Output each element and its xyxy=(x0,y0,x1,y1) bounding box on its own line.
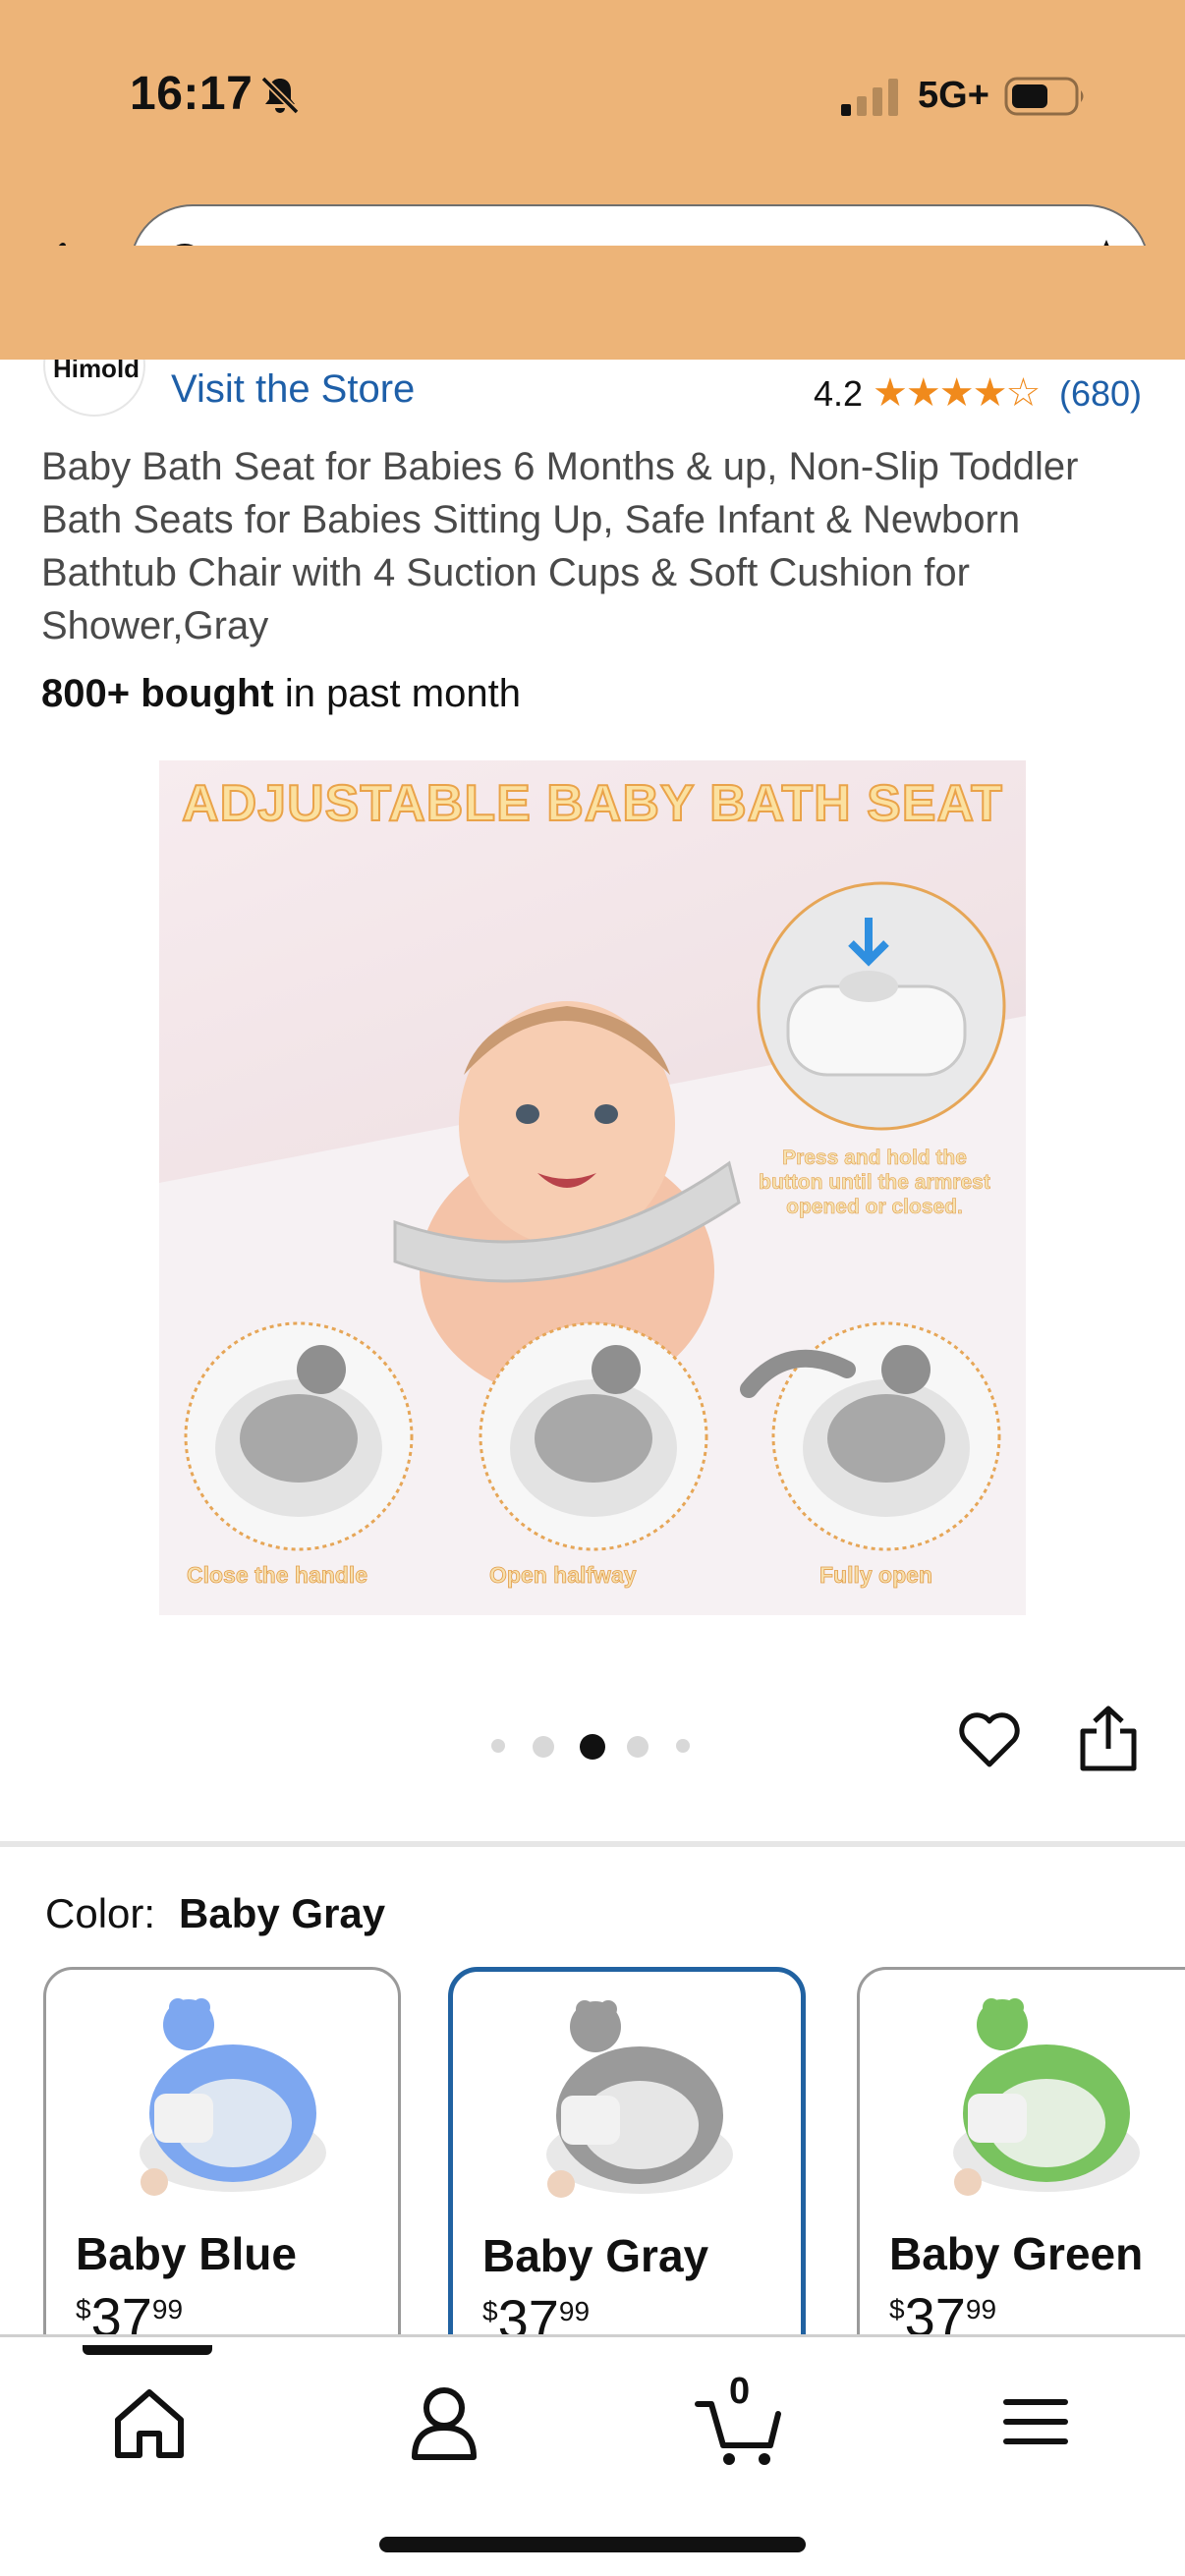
bath-seat-thumbnail xyxy=(546,2000,733,2198)
color-swatch-baby-green[interactable]: Baby Green $3799 xyxy=(857,1967,1185,2380)
image-heading: ADJUSTABLE BABY BATH SEAT xyxy=(181,774,1003,833)
price-currency: $ xyxy=(76,2294,91,2324)
carousel-dot[interactable] xyxy=(533,1736,554,1758)
price-fraction: 99 xyxy=(558,2296,591,2326)
carousel-dot[interactable] xyxy=(627,1736,649,1758)
image-label-open: Fully open xyxy=(819,1562,933,1589)
image-label-close: Close the handle xyxy=(187,1562,368,1589)
carousel-dots[interactable] xyxy=(487,1729,704,1760)
cart-count: 0 xyxy=(729,2371,751,2412)
rating-count-link[interactable]: (680) xyxy=(1059,373,1142,415)
battery-icon xyxy=(1004,77,1084,116)
bath-seat-thumbnail xyxy=(953,1998,1140,2196)
menu-icon[interactable] xyxy=(990,2377,1081,2467)
product-title[interactable]: Baby Bath Seat for Babies 6 Months & up,… xyxy=(41,440,1142,652)
home-icon[interactable] xyxy=(104,2377,195,2467)
swatch-name: Baby Gray xyxy=(482,2230,709,2281)
color-label: Color: xyxy=(45,1890,156,1936)
carousel-dot-active[interactable] xyxy=(580,1734,605,1760)
color-selected-value: Baby Gray xyxy=(179,1890,386,1936)
price-currency: $ xyxy=(482,2296,498,2326)
bought-count-bold: 800+ bought xyxy=(41,672,274,715)
price-currency: $ xyxy=(889,2294,905,2324)
swatch-name: Baby Green xyxy=(889,2228,1144,2279)
nav-active-indicator xyxy=(83,2345,212,2355)
color-swatch-baby-blue[interactable]: Baby Blue $3799 xyxy=(43,1967,401,2380)
cart-button[interactable]: 0 xyxy=(694,2371,784,2467)
color-swatch-baby-gray[interactable]: Baby Gray $3799 xyxy=(448,1967,806,2380)
carousel-dot[interactable] xyxy=(676,1739,690,1753)
image-callout: Press and hold the button until the armr… xyxy=(759,1147,990,1219)
network-type: 5G+ xyxy=(918,75,989,116)
bath-seat-thumbnail xyxy=(140,1998,326,2196)
visit-store-link[interactable]: Visit the Store xyxy=(171,367,415,412)
bell-slash-icon xyxy=(260,76,300,115)
heart-icon[interactable] xyxy=(957,1709,1022,1770)
share-icon[interactable] xyxy=(1079,1706,1138,1772)
price-fraction: 99 xyxy=(965,2294,997,2324)
search-bar-row xyxy=(0,246,1185,360)
bought-count: 800+ bought in past month xyxy=(41,672,521,716)
rating-value: 4.2 xyxy=(814,373,864,414)
color-selector-header: Color: Baby Gray xyxy=(45,1890,385,1937)
price-fraction: 99 xyxy=(151,2294,184,2324)
signal-icon xyxy=(841,79,898,116)
section-divider xyxy=(0,1841,1185,1847)
bought-count-rest: in past month xyxy=(273,672,521,715)
product-image[interactable]: ADJUSTABLE BABY BATH SEAT Press and hold… xyxy=(159,760,1026,1615)
status-time: 16:17 xyxy=(130,68,254,120)
swatch-name: Baby Blue xyxy=(76,2228,297,2279)
account-icon[interactable] xyxy=(399,2377,489,2467)
rating-stars[interactable]: ★★★★☆ xyxy=(873,373,1041,413)
home-indicator[interactable] xyxy=(379,2537,806,2552)
image-label-halfway: Open halfway xyxy=(489,1562,637,1589)
carousel-dot[interactable] xyxy=(491,1739,505,1753)
